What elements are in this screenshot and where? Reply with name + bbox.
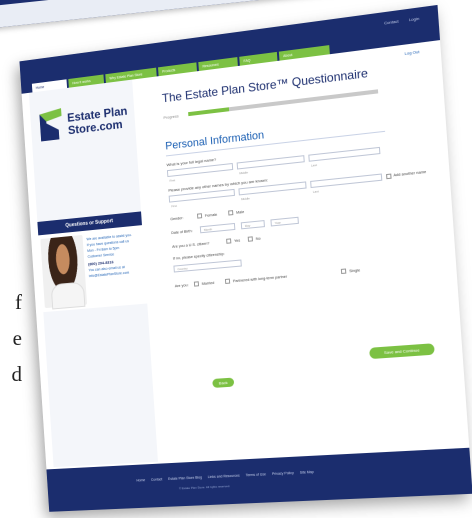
gender-female-radio[interactable] bbox=[196, 213, 203, 219]
logo-mark-icon bbox=[39, 108, 62, 142]
field-caption: Middle bbox=[241, 196, 250, 202]
footer-link[interactable]: Home bbox=[136, 478, 145, 482]
footer-link[interactable]: Contact bbox=[151, 477, 163, 481]
footer-links: Home Contact Estate Plan Store Blog Link… bbox=[136, 470, 314, 483]
logo[interactable]: Estate Plan Store.com bbox=[39, 100, 130, 149]
dob-year-select[interactable]: Year bbox=[270, 216, 299, 227]
add-name-checkbox[interactable] bbox=[386, 173, 392, 180]
back-button[interactable]: Back bbox=[212, 377, 235, 388]
footer-link[interactable]: Estate Plan Store Blog bbox=[168, 475, 202, 481]
gender-option-label: Female bbox=[204, 212, 218, 218]
footer-link[interactable]: Privacy Policy bbox=[272, 471, 294, 476]
citizen-label: Are you a U.S. citizen? bbox=[172, 241, 210, 249]
progress-label: Progress bbox=[163, 113, 179, 121]
save-and-continue-button[interactable]: Save and Continue bbox=[369, 343, 435, 360]
dob-caption: Year bbox=[274, 220, 281, 226]
country-placeholder: Country bbox=[177, 266, 188, 272]
footer-link[interactable]: Site Map bbox=[300, 470, 314, 475]
middle-name-field[interactable] bbox=[236, 155, 305, 170]
support-box: We are available to assist you. If you h… bbox=[38, 225, 148, 313]
nav-tab-about[interactable]: About bbox=[278, 45, 330, 61]
single-radio[interactable] bbox=[340, 268, 347, 275]
log-out-link[interactable]: Log Out bbox=[404, 49, 419, 56]
gender-option-label: Male bbox=[236, 209, 245, 215]
gender-male-radio[interactable] bbox=[228, 210, 234, 216]
progress-fill bbox=[188, 107, 229, 117]
side-text-fragment: f e d bbox=[0, 284, 23, 392]
field-caption: Last bbox=[310, 162, 317, 168]
support-text: We are available to assist you. If you h… bbox=[86, 231, 143, 279]
dob-day-select[interactable]: Day bbox=[240, 220, 265, 230]
citizen-option-label: No bbox=[255, 236, 261, 242]
marital-label: Are you: bbox=[174, 283, 189, 289]
country-label: If no, please specify citizenship: bbox=[172, 252, 225, 261]
top-link-login[interactable]: Login bbox=[409, 16, 420, 23]
married-radio[interactable] bbox=[193, 281, 200, 287]
gender-label: Gender: bbox=[170, 216, 184, 222]
marital-option-label: Single bbox=[349, 268, 361, 274]
field-caption: First bbox=[171, 203, 178, 209]
top-links: Contact Login bbox=[384, 16, 420, 26]
field-caption: Last bbox=[312, 189, 319, 194]
dob-caption: Month bbox=[203, 227, 213, 232]
side-text-line: f bbox=[15, 290, 22, 314]
citizen-no-radio[interactable] bbox=[247, 236, 253, 242]
last-name-field[interactable] bbox=[308, 146, 381, 162]
side-text-line: e bbox=[12, 326, 22, 350]
agent-body bbox=[50, 281, 86, 310]
questionnaire-page: Contact Login Home How it works Why Esta… bbox=[19, 4, 472, 512]
footer-link[interactable]: Links and Resources bbox=[208, 474, 240, 480]
support-agent-photo bbox=[40, 234, 88, 310]
nav-tab-products[interactable]: Products bbox=[158, 62, 197, 77]
dob-caption: Day bbox=[244, 223, 251, 228]
marital-option-label: Partnered with long-term partner bbox=[232, 274, 288, 284]
sidebar: Estate Plan Store.com Questions or Suppo… bbox=[28, 79, 158, 468]
marital-option-label: Married bbox=[201, 280, 215, 286]
field-caption: First bbox=[169, 178, 176, 183]
footer-copyright: © Estate Plan Store. All rights reserved… bbox=[178, 484, 231, 491]
field-caption: Middle bbox=[239, 170, 249, 176]
footer-link[interactable]: Terms of Use bbox=[246, 472, 267, 477]
partnered-radio[interactable] bbox=[224, 278, 231, 284]
top-link-contact[interactable]: Contact bbox=[384, 19, 399, 26]
aka-last-field[interactable] bbox=[310, 173, 383, 189]
nav-tab-faq[interactable]: FAQ bbox=[239, 51, 278, 66]
add-name-label: Add another name bbox=[393, 169, 427, 178]
dob-month-select[interactable]: Month bbox=[199, 222, 236, 234]
nav-tab-resources[interactable]: Resources bbox=[198, 57, 238, 72]
citizen-option-label: Yes bbox=[234, 238, 241, 244]
dob-label: Date of Birth: bbox=[171, 229, 193, 236]
citizen-yes-radio[interactable] bbox=[226, 238, 232, 244]
country-field[interactable]: Country bbox=[173, 259, 242, 273]
side-text-line: d bbox=[11, 362, 23, 386]
